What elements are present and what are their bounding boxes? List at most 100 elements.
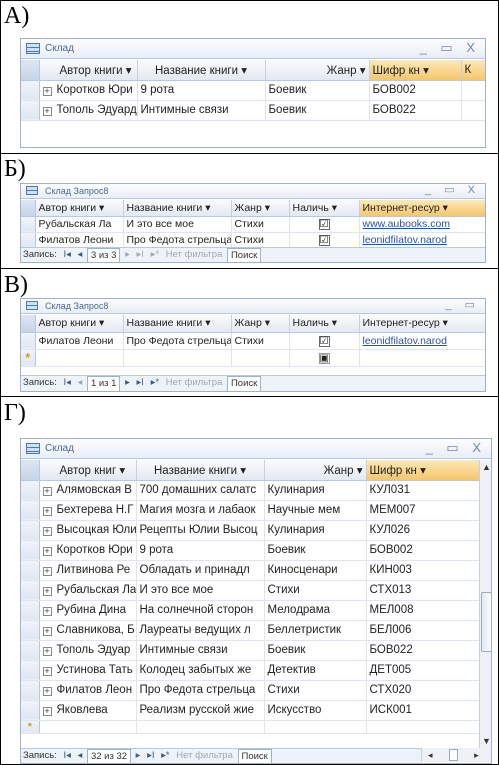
- record-selector[interactable]: [21, 660, 40, 681]
- scroll-down-icon[interactable]: ▼: [480, 736, 491, 746]
- expand-icon[interactable]: +: [42, 707, 52, 716]
- cell-author[interactable]: Филатов Леони: [35, 332, 124, 350]
- cell-code[interactable]: ДЕТ005: [366, 660, 480, 681]
- expand-icon[interactable]: +: [42, 547, 52, 556]
- cell-genre[interactable]: Боевик: [265, 100, 370, 121]
- column-header-internet[interactable]: Интернет-ресур ▾: [359, 315, 485, 333]
- record-selector[interactable]: [21, 680, 40, 701]
- table-row[interactable]: Филатов Леони Про Федота стрельца Стихи …: [21, 332, 485, 350]
- cell-code[interactable]: БЕЛ006: [366, 620, 480, 641]
- scroll-left-icon[interactable]: ◂: [428, 750, 433, 760]
- cell-title[interactable]: 700 домашних салатс: [136, 480, 265, 501]
- cell-code[interactable]: [366, 720, 480, 734]
- cell-genre[interactable]: Стихи: [231, 216, 290, 233]
- cell-title[interactable]: Обладать и принадл: [136, 560, 265, 581]
- column-header-author[interactable]: Автор книги ▾: [35, 200, 124, 217]
- cell-author[interactable]: + Устинова Тать: [39, 660, 137, 681]
- cell-code[interactable]: СТХ013: [366, 580, 480, 601]
- cell-code[interactable]: ИСК001: [366, 700, 480, 721]
- table-row[interactable]: + Филатов Леон Про Федота стрельца Стихи СТХ…: [21, 680, 480, 701]
- cell-code[interactable]: СТХ020: [366, 680, 480, 701]
- table-row[interactable]: + Литвинова Ре Обладать и принадл Киносцена…: [21, 560, 480, 581]
- cell-author[interactable]: + Тополь Эдуар: [39, 640, 137, 661]
- column-header-title[interactable]: Название книги ▾: [137, 60, 266, 81]
- select-all-corner[interactable]: [21, 460, 40, 481]
- first-record-button[interactable]: I◂: [61, 376, 72, 390]
- new-record-button[interactable]: ▸*: [149, 248, 161, 262]
- table-row[interactable]: + Яковлева Реализм русской жие Искусство ИСК…: [21, 700, 480, 721]
- cell-genre[interactable]: Стихи: [264, 680, 367, 701]
- cell-genre[interactable]: Стихи: [264, 580, 367, 601]
- expand-icon[interactable]: +: [42, 667, 52, 676]
- new-record-button[interactable]: ▸*: [159, 749, 171, 763]
- cell-internet[interactable]: leonidfilatov.narod: [359, 332, 485, 350]
- expand-icon[interactable]: +: [42, 607, 52, 616]
- expand-icon[interactable]: +: [42, 567, 52, 576]
- column-header-genre[interactable]: Жанр ▾: [264, 460, 367, 481]
- cell-genre[interactable]: [231, 349, 290, 367]
- record-counter[interactable]: 32 из 32: [86, 749, 132, 763]
- table-row[interactable]: + Высоцкая Юли Рецепты Юлии Высоц Кулинария…: [21, 520, 480, 541]
- select-all-corner[interactable]: [21, 200, 36, 217]
- select-all-corner[interactable]: [21, 60, 40, 81]
- filter-button[interactable]: Нет фильтра: [164, 248, 225, 262]
- record-selector[interactable]: [21, 700, 40, 721]
- window-controls[interactable]: _ ▭ X: [426, 440, 486, 456]
- cell-title[interactable]: И это все мое: [136, 580, 265, 601]
- hyperlink[interactable]: leonidfilatov.narod: [363, 234, 447, 246]
- first-record-button[interactable]: I◂: [61, 248, 72, 262]
- cell-code[interactable]: КИН003: [366, 560, 480, 581]
- cell-genre[interactable]: [264, 720, 367, 734]
- cell-genre[interactable]: Беллетристик: [264, 620, 367, 641]
- filter-button[interactable]: Нет фильтра: [164, 376, 225, 390]
- search-field[interactable]: Поиск: [237, 749, 272, 763]
- horizontal-scrollbar[interactable]: ◂ ▸: [421, 748, 491, 762]
- expand-icon[interactable]: +: [42, 527, 52, 536]
- cell-author[interactable]: + Бехтерева Н.Г: [39, 500, 137, 521]
- new-record-row[interactable]: * ▣: [21, 349, 485, 367]
- next-record-button[interactable]: ▸: [134, 749, 143, 763]
- cell-title[interactable]: Реализм русской жие: [136, 700, 265, 721]
- table-row[interactable]: + Коротков Юри 9 рота Боевик БОВ002: [21, 80, 485, 101]
- column-header-k[interactable]: К: [461, 60, 485, 81]
- new-record-marker[interactable]: *: [21, 349, 36, 367]
- record-selector[interactable]: [21, 500, 40, 521]
- record-selector[interactable]: [21, 560, 40, 581]
- record-selector[interactable]: [21, 580, 40, 601]
- record-selector[interactable]: [21, 332, 36, 350]
- column-header-code[interactable]: Шифр кн ▾: [369, 60, 462, 81]
- table-row[interactable]: + Рубина Дина На солнечной сторон Мелодрама…: [21, 600, 480, 621]
- cell-author[interactable]: + Филатов Леон: [39, 680, 137, 701]
- table-row[interactable]: + Коротков Юри 9 рота Боевик БОВ002: [21, 540, 480, 561]
- record-selector[interactable]: [21, 640, 40, 661]
- cell-title[interactable]: [123, 349, 232, 367]
- column-header-available[interactable]: Наличь ▾: [289, 315, 360, 333]
- checkbox[interactable]: ☑: [318, 335, 330, 347]
- record-selector[interactable]: [21, 232, 36, 249]
- new-record-marker[interactable]: *: [21, 720, 40, 734]
- cell-genre[interactable]: Искусство: [264, 700, 367, 721]
- column-header-genre[interactable]: Жанр ▾: [231, 200, 290, 217]
- cell-code[interactable]: КУЛ026: [366, 520, 480, 541]
- cell-author[interactable]: Филатов Леони: [35, 232, 124, 249]
- scroll-up-icon[interactable]: ▲: [480, 462, 491, 472]
- cell-code[interactable]: МЕЛ008: [366, 600, 480, 621]
- hyperlink[interactable]: leonidfilatov.narod: [363, 335, 447, 347]
- cell-available[interactable]: ☑: [289, 216, 360, 233]
- table-row[interactable]: Филатов Леони Про Федота стрельца Стихи …: [21, 232, 485, 249]
- cell-genre[interactable]: Боевик: [264, 540, 367, 561]
- cell-k[interactable]: [461, 100, 485, 121]
- column-header-author[interactable]: Автор книги ▾: [35, 315, 124, 333]
- table-row[interactable]: + Славникова, Б Лауреаты ведущих л Беллетри…: [21, 620, 480, 641]
- prev-record-button[interactable]: ◂: [76, 376, 85, 390]
- column-header-code[interactable]: Шифр кн ▾: [366, 460, 480, 481]
- record-selector[interactable]: [21, 80, 40, 101]
- last-record-button[interactable]: ▸I: [135, 248, 146, 262]
- checkbox[interactable]: ☑: [318, 235, 330, 246]
- cell-genre[interactable]: Стихи: [231, 332, 290, 350]
- prev-record-button[interactable]: ◂: [76, 248, 85, 262]
- scroll-thumb[interactable]: [481, 592, 491, 652]
- window-controls[interactable]: _ ▭ X: [420, 40, 480, 56]
- column-header-title[interactable]: Название книги ▾: [136, 460, 265, 481]
- cell-genre[interactable]: Научные мем: [264, 500, 367, 521]
